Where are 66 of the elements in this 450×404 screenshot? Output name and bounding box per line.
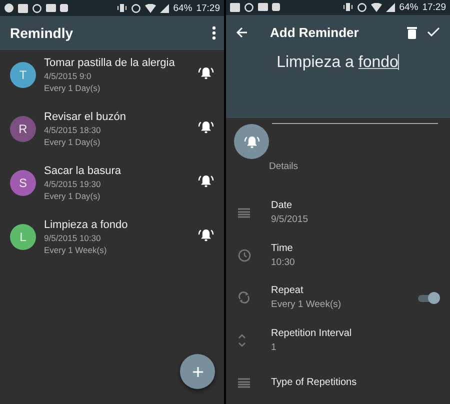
reminder-item[interactable]: T Tomar pastilla de la alergia 4/5/2015 9:0 Every 1 Day(s) (0, 55, 224, 109)
vibrate-icon (117, 3, 128, 13)
repeat-switch[interactable] (418, 292, 440, 304)
setting-label: Repetition Interval (271, 328, 353, 339)
trash-icon[interactable] (407, 26, 417, 39)
setting-row[interactable]: Type of Repetitions (226, 361, 450, 404)
battery-text: 64% (173, 2, 192, 14)
setting-row[interactable]: Time 10:30 (226, 234, 450, 276)
up-down-icon (238, 334, 246, 347)
setting-row[interactable]: Repeat Every 1 Week(s) (226, 276, 450, 319)
setting-row[interactable]: Date 9/5/2015 (226, 191, 450, 234)
clock-text: 17:29 (422, 2, 446, 13)
reminder-title: Sacar la basura (44, 165, 122, 177)
back-arrow-icon[interactable] (236, 26, 248, 38)
reminder-repeat: Every 1 Day(s) (44, 191, 102, 201)
setting-value: Every 1 Week(s) (271, 299, 342, 310)
alarm-bell-icon (198, 120, 214, 134)
clock-icon (238, 248, 251, 262)
alarm-bell-icon (198, 228, 214, 242)
alarm-bell-icon (198, 174, 214, 188)
setting-value: 10:30 (271, 256, 296, 268)
alarm-bell-icon (198, 66, 214, 80)
setting-value: 9/5/2015 (271, 214, 309, 226)
wifi-icon (371, 2, 382, 12)
title-input-field[interactable]: Limpieza a fondo (226, 54, 450, 72)
battery-text: 64% (399, 2, 418, 13)
signal-icon (386, 2, 396, 12)
reminder-title: Tomar pastilla de la alergia (44, 57, 176, 69)
setting-label: Repeat (271, 285, 304, 296)
repeat-icon (238, 291, 250, 304)
reminder-date: 4/5/2015 9:0 (44, 71, 92, 81)
checkmark-icon[interactable] (427, 27, 440, 38)
reminder-date: 4/5/2015 19:30 (44, 179, 102, 189)
reminder-date: 9/5/2015 10:30 (44, 233, 102, 243)
overflow-menu-icon[interactable] (212, 26, 216, 40)
plus-icon (192, 366, 204, 378)
reminder-title: Revisar el buzón (44, 111, 127, 123)
avatar: T (10, 62, 36, 88)
list-icon (238, 378, 250, 388)
avatar: S (10, 170, 36, 196)
avatar: L (10, 224, 36, 250)
reminder-title: Limpieza a fondo (44, 219, 129, 231)
list-icon (238, 208, 250, 218)
vibrate-icon (343, 2, 354, 12)
reminder-repeat: Every 1 Day(s) (44, 83, 102, 93)
reminder-item[interactable]: S Sacar la basura 4/5/2015 19:30 Every 1 Day(s) (0, 163, 224, 217)
setting-row[interactable]: Repetition Interval 1 (226, 318, 450, 362)
alarm-button[interactable] (234, 124, 269, 159)
clock-text: 17:29 (196, 2, 220, 14)
setting-label: Date (271, 200, 294, 212)
add-button[interactable] (180, 354, 215, 389)
reminder-date: 4/5/2015 18:30 (44, 125, 102, 135)
avatar: R (10, 116, 36, 142)
section-heading: Details (269, 161, 300, 172)
setting-value: 1 (271, 342, 278, 353)
bell-icon (244, 134, 260, 148)
setting-label: Time (271, 242, 294, 254)
reminder-repeat: Every 1 Day(s) (44, 137, 102, 147)
reminder-item[interactable]: R Revisar el buzón 4/5/2015 18:30 Every 1 Day(s) (0, 109, 224, 163)
setting-label: Type of Repetitions (271, 377, 358, 388)
reminder-item[interactable]: L Limpieza a fondo 9/5/2015 10:30 Every 1 Week(s) (0, 217, 224, 271)
toolbar-title: Add Reminder (270, 24, 360, 40)
wifi-icon (145, 4, 156, 12)
reminder-repeat: Every 1 Week(s) (44, 245, 108, 255)
app-title: Remindly (10, 25, 74, 41)
signal-icon (160, 4, 170, 12)
